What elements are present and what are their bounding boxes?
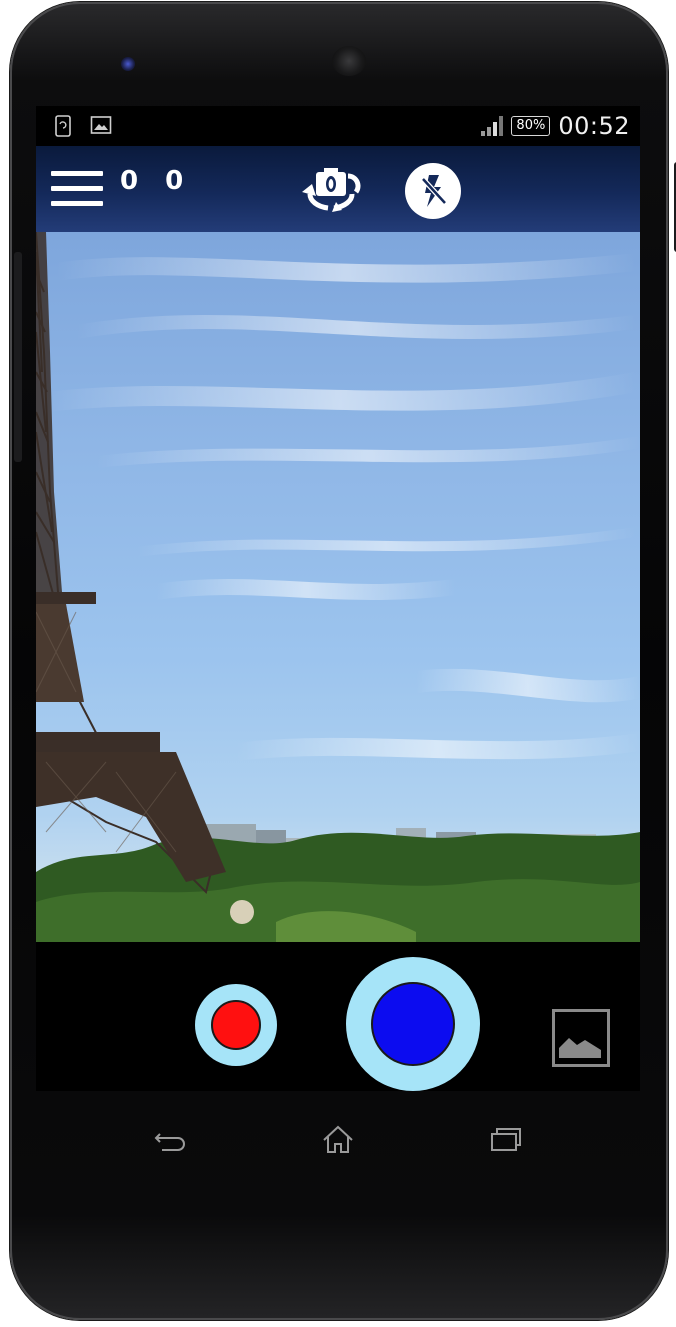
back-icon[interactable]: [152, 1120, 192, 1160]
earpiece-speaker: [332, 46, 366, 76]
shutter-icon[interactable]: [346, 957, 480, 1091]
gallery-icon[interactable]: [552, 1009, 610, 1067]
record-video-icon[interactable]: [195, 984, 277, 1066]
shutter-dot: [371, 982, 455, 1066]
capture-controls: [36, 942, 640, 1091]
screen: 80% 00:52 0 0: [36, 106, 640, 1091]
record-dot: [211, 1000, 261, 1050]
gallery-notification-icon: [90, 114, 112, 142]
recents-icon[interactable]: [486, 1120, 526, 1160]
camera-viewfinder[interactable]: [36, 232, 640, 942]
menu-icon[interactable]: [51, 171, 103, 207]
screenshot-icon: [54, 114, 72, 142]
camera-top-bar: 0 0: [36, 146, 640, 232]
home-icon[interactable]: [318, 1120, 358, 1160]
battery-indicator: 80%: [511, 116, 551, 136]
status-bar: 80% 00:52: [36, 106, 640, 146]
volume-button: [14, 252, 22, 462]
front-camera-lens: [121, 57, 135, 71]
navigation-bar: [36, 1110, 640, 1170]
switch-camera-icon[interactable]: [296, 164, 366, 216]
status-clock: 00:52: [558, 112, 630, 140]
flash-off-icon[interactable]: [405, 163, 461, 219]
signal-icon: [481, 116, 504, 136]
photo-counter: 0 0: [120, 166, 193, 196]
